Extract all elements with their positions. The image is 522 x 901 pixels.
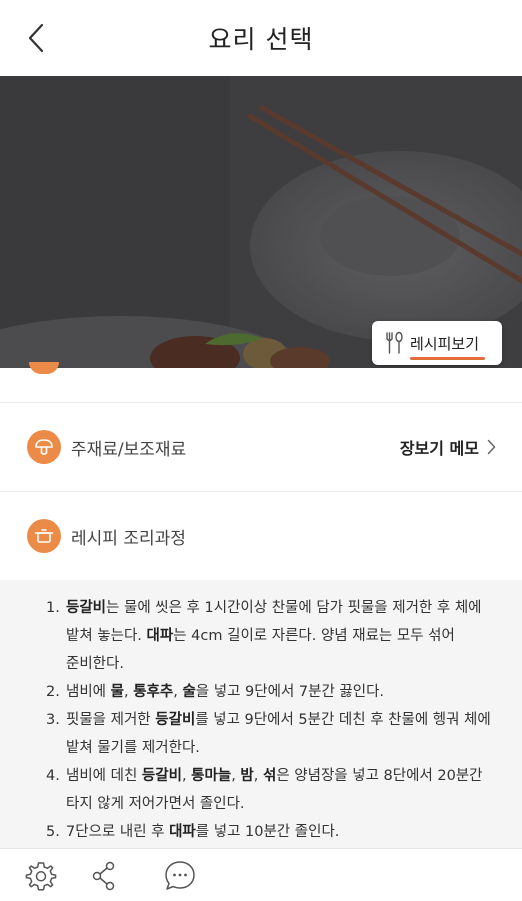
step-ingredient: 통후추 xyxy=(133,684,174,700)
step-text: 를 넣고 10분간 졸인다. xyxy=(195,824,340,840)
step-ingredient: 술 xyxy=(182,684,196,700)
share-button[interactable] xyxy=(88,859,122,893)
row-icon-partial xyxy=(29,362,59,374)
gear-icon xyxy=(25,862,57,891)
ingredients-row[interactable]: 주재료/보조재료 장보기 메모 xyxy=(0,403,522,492)
recipe-step: 핏물을 제거한 등갈비를 넣고 9단에서 5분간 데친 후 찬물에 헹궈 체에 … xyxy=(46,706,502,762)
recipe-step: 7단으로 내린 후 대파를 넣고 10분간 졸인다. xyxy=(46,818,502,846)
app-header: 요리 선택 xyxy=(0,0,522,76)
step-ingredient: 물 xyxy=(110,684,124,700)
chat-button[interactable] xyxy=(163,859,197,893)
step-text: , xyxy=(253,768,263,784)
bottom-toolbar xyxy=(0,848,522,901)
step-ingredient: 등갈비 xyxy=(66,600,107,616)
chat-icon xyxy=(165,861,195,890)
step-text: 냄비에 데친 xyxy=(66,768,142,784)
step-ingredient: 통마늘 xyxy=(191,768,232,784)
recipe-step: 냄비에 데친 등갈비, 통마늘, 밤, 섞은 양념장을 넣고 8단에서 20분간… xyxy=(46,762,502,818)
shopping-memo-link[interactable]: 장보기 메모 xyxy=(400,403,496,491)
step-ingredient: 밤 xyxy=(240,768,254,784)
mushroom-icon xyxy=(27,430,61,464)
step-text: , xyxy=(123,684,134,700)
shopping-memo-label: 장보기 메모 xyxy=(399,439,479,458)
recipe-steps: 등갈비는 물에 씻은 후 1시간이상 찬물에 담가 핏물을 제거한 후 체에 밭… xyxy=(0,580,522,848)
label-underline xyxy=(410,356,486,360)
chevron-left-icon xyxy=(28,23,44,53)
recipe-view-label: 레시피보기 xyxy=(410,333,486,360)
step-ingredient: 대파 xyxy=(169,824,196,840)
step-text: 을 넣고 9단에서 7분간 끓인다. xyxy=(195,684,385,700)
recipe-step: 등갈비는 물에 씻은 후 1시간이상 찬물에 담가 핏물을 제거한 후 체에 밭… xyxy=(46,594,502,678)
step-ingredient: 등갈비 xyxy=(155,712,196,728)
step-text: 7단으로 내린 후 xyxy=(66,824,170,840)
settings-button[interactable] xyxy=(24,859,58,893)
step-text: , xyxy=(181,768,192,784)
cooking-process-label: 레시피 조리과정 xyxy=(71,528,186,549)
fork-spoon-icon xyxy=(386,331,403,354)
recipe-view-button[interactable]: 레시피보기 xyxy=(372,321,502,365)
recipe-step: 냄비에 물, 통후추, 술을 넣고 9단에서 7분간 끓인다. xyxy=(46,678,502,706)
pot-icon xyxy=(27,519,61,553)
list-row-partial xyxy=(0,362,522,403)
chevron-right-icon xyxy=(487,439,496,455)
ingredients-label: 주재료/보조재료 xyxy=(71,439,187,460)
page-title: 요리 선택 xyxy=(208,25,314,54)
share-icon xyxy=(92,861,115,891)
cooking-process-row[interactable]: 레시피 조리과정 xyxy=(0,492,522,581)
step-text: 냄비에 xyxy=(66,684,111,700)
step-ingredient: 대파 xyxy=(146,628,174,644)
step-text: 핏물을 제거한 xyxy=(66,712,156,728)
back-button[interactable] xyxy=(18,20,54,56)
step-ingredient: 등갈비 xyxy=(141,768,182,784)
step-ingredient: 섞 xyxy=(262,768,277,784)
steps-list: 등갈비는 물에 씻은 후 1시간이상 찬물에 담가 핏물을 제거한 후 체에 밭… xyxy=(0,580,522,846)
